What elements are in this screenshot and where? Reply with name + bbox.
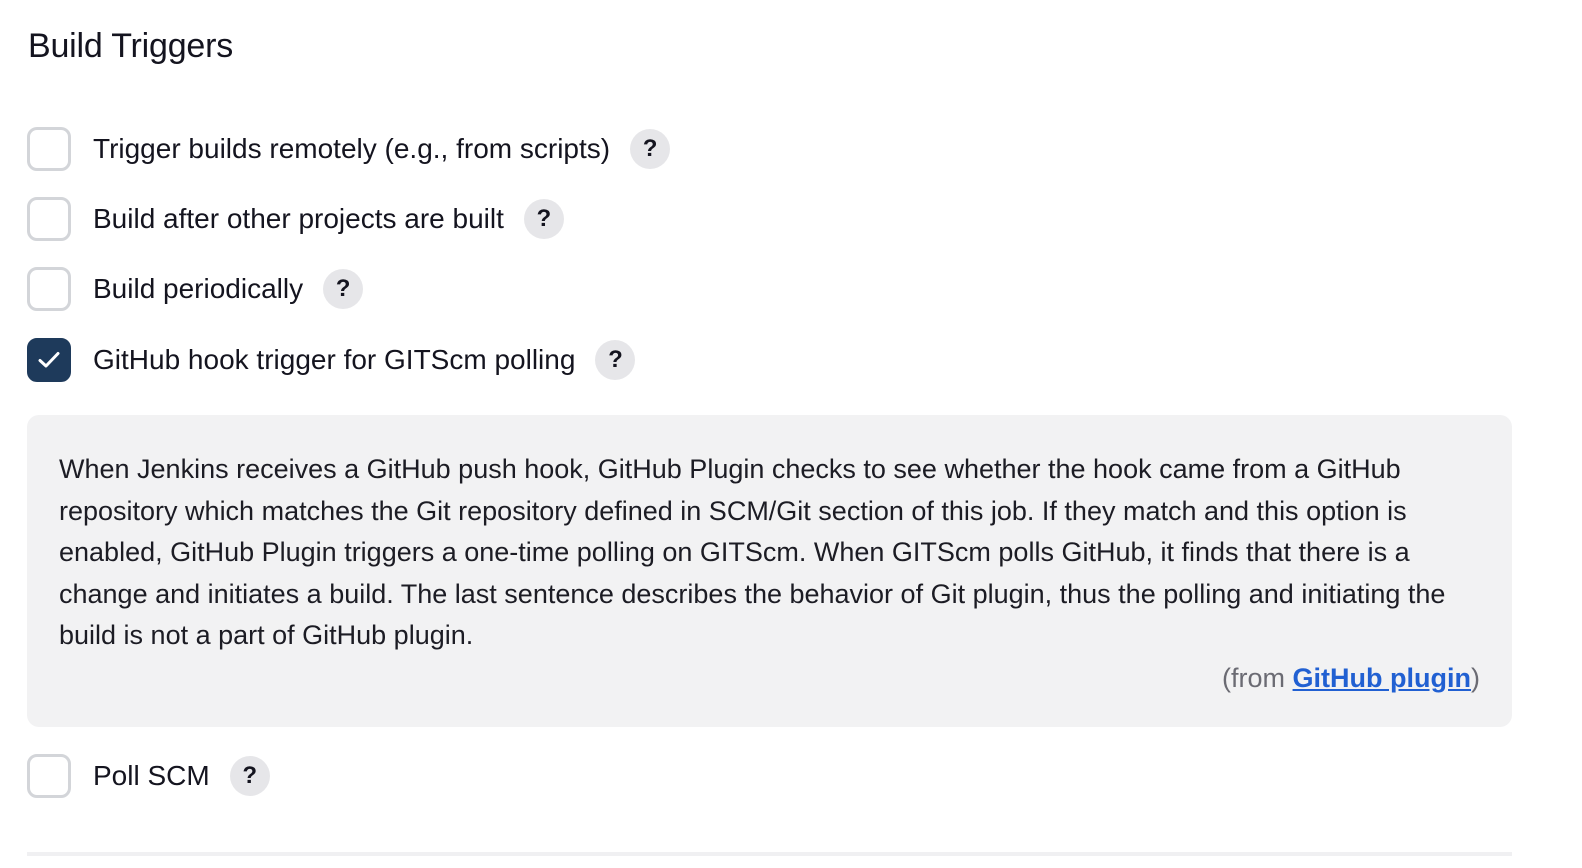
checkbox-poll-scm[interactable] <box>27 754 71 798</box>
checkbox-build-periodically[interactable] <box>27 267 71 311</box>
checkbox-github-hook-trigger[interactable] <box>27 338 71 382</box>
trigger-label[interactable]: GitHub hook trigger for GITScm polling <box>93 338 575 382</box>
trigger-row-after-other-projects: Build after other projects are built ? <box>27 197 564 241</box>
trigger-row-periodically: Build periodically ? <box>27 267 364 311</box>
help-panel: When Jenkins receives a GitHub push hook… <box>27 415 1512 727</box>
trigger-row-poll-scm: Poll SCM ? <box>27 754 270 798</box>
help-icon[interactable]: ? <box>595 340 636 380</box>
help-icon[interactable]: ? <box>323 269 364 309</box>
help-source: (from GitHub plugin) <box>59 657 1480 699</box>
trigger-label[interactable]: Trigger builds remotely (e.g., from scri… <box>93 127 610 171</box>
help-source-suffix: ) <box>1471 662 1480 693</box>
trigger-row-remote: Trigger builds remotely (e.g., from scri… <box>27 127 671 171</box>
trigger-row-github-hook: GitHub hook trigger for GITScm polling ? <box>27 338 636 382</box>
trigger-label[interactable]: Build after other projects are built <box>93 197 504 241</box>
help-source-prefix: (from <box>1222 662 1293 693</box>
trigger-label[interactable]: Poll SCM <box>93 754 210 798</box>
checkmark-icon <box>38 352 60 368</box>
help-icon[interactable]: ? <box>229 756 270 796</box>
trigger-label[interactable]: Build periodically <box>93 267 303 311</box>
help-icon[interactable]: ? <box>630 129 671 169</box>
section-divider <box>27 852 1512 856</box>
help-icon[interactable]: ? <box>523 199 564 239</box>
checkbox-build-after-other-projects[interactable] <box>27 197 71 241</box>
checkbox-trigger-remotely[interactable] <box>27 127 71 171</box>
help-text: When Jenkins receives a GitHub push hook… <box>59 454 1446 651</box>
github-plugin-link[interactable]: GitHub plugin <box>1293 663 1471 693</box>
build-triggers-section: Build Triggers Trigger builds remotely (… <box>0 0 1582 868</box>
section-title: Build Triggers <box>28 27 234 65</box>
